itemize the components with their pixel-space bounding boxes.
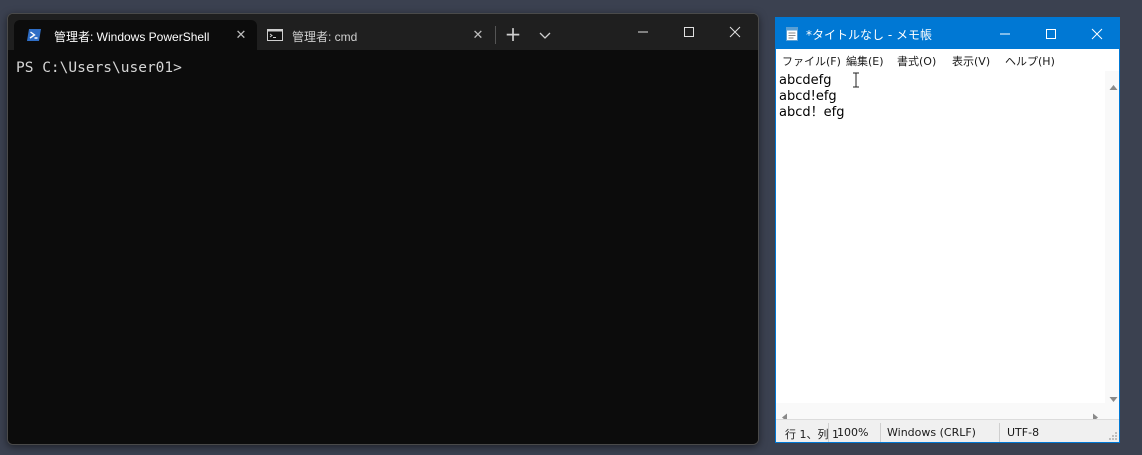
terminal-window[interactable]: 管理者: Windows PowerShell ✕ 管理者: cmd ✕ + P… <box>7 13 759 445</box>
close-icon <box>729 26 741 38</box>
window-title: *タイトルなし - メモ帳 <box>806 28 932 42</box>
terminal-content[interactable]: PS C:\Users\user01> <box>8 50 758 444</box>
scrollbar-corner <box>1105 403 1119 419</box>
tab-close-icon[interactable]: ✕ <box>233 27 249 43</box>
notepad-icon <box>785 26 799 42</box>
cursor-position: 行 1、列 1 <box>785 428 839 441</box>
encoding: UTF-8 <box>1007 426 1040 439</box>
vertical-scrollbar[interactable] <box>1105 71 1119 403</box>
status-divider <box>880 423 881 442</box>
status-divider <box>828 423 829 442</box>
close-button[interactable] <box>1074 18 1119 49</box>
maximize-button[interactable] <box>666 14 712 50</box>
status-divider <box>999 423 1000 442</box>
text-line: abcd!efg <box>779 89 837 104</box>
text-editor[interactable]: abcdefg abcd!efg abcd！efg <box>776 71 1105 403</box>
minimize-button[interactable] <box>982 18 1028 49</box>
menu-file[interactable]: ファイル(F) <box>782 53 841 69</box>
menu-edit[interactable]: 編集(E) <box>846 53 884 69</box>
minimize-button[interactable] <box>620 14 666 50</box>
maximize-icon <box>684 27 694 37</box>
resize-grip-icon[interactable] <box>1108 431 1118 442</box>
status-bar: 行 1、列 1 100% Windows (CRLF) UTF-8 <box>776 419 1119 442</box>
line-ending: Windows (CRLF) <box>887 426 976 439</box>
text-line: abcdefg <box>779 73 832 88</box>
menu-bar: ファイル(F) 編集(E) 書式(O) 表示(V) ヘルプ(H) <box>776 49 1119 71</box>
menu-help[interactable]: ヘルプ(H) <box>1005 53 1055 69</box>
menu-view[interactable]: 表示(V) <box>952 53 990 69</box>
powershell-icon <box>26 27 42 43</box>
chevron-down-icon[interactable] <box>534 24 556 46</box>
menu-format[interactable]: 書式(O) <box>897 53 936 69</box>
cmd-icon <box>267 27 283 43</box>
maximize-button[interactable] <box>1028 18 1074 49</box>
tab-cmd[interactable]: 管理者: cmd ✕ <box>258 20 494 50</box>
command-prompt: PS C:\Users\user01> <box>16 60 182 76</box>
scroll-right-icon[interactable] <box>1091 407 1100 422</box>
new-tab-button[interactable]: + <box>502 24 524 46</box>
scroll-down-icon[interactable] <box>1109 389 1118 402</box>
tab-label: 管理者: Windows PowerShell <box>54 30 210 44</box>
close-icon <box>1091 28 1103 39</box>
minimize-icon <box>1000 33 1010 34</box>
maximize-icon <box>1046 28 1056 39</box>
terminal-titlebar[interactable]: 管理者: Windows PowerShell ✕ 管理者: cmd ✕ + <box>8 14 758 50</box>
tab-label: 管理者: cmd <box>292 30 358 44</box>
notepad-titlebar[interactable]: *タイトルなし - メモ帳 <box>776 18 1119 49</box>
scroll-left-icon[interactable] <box>780 407 789 422</box>
close-button[interactable] <box>712 14 758 50</box>
text-cursor-icon <box>852 72 860 88</box>
tab-divider <box>495 26 496 44</box>
zoom-level: 100% <box>837 426 869 439</box>
tab-close-icon[interactable]: ✕ <box>470 27 486 43</box>
minimize-icon <box>638 31 648 33</box>
text-line: abcd！efg <box>779 105 845 120</box>
notepad-window[interactable]: *タイトルなし - メモ帳 ファイル(F) 編集(E) 書式(O) 表示(V) … <box>775 17 1120 443</box>
scroll-up-icon[interactable] <box>1109 77 1118 90</box>
horizontal-scrollbar[interactable] <box>776 403 1105 422</box>
tab-powershell[interactable]: 管理者: Windows PowerShell ✕ <box>14 20 257 50</box>
